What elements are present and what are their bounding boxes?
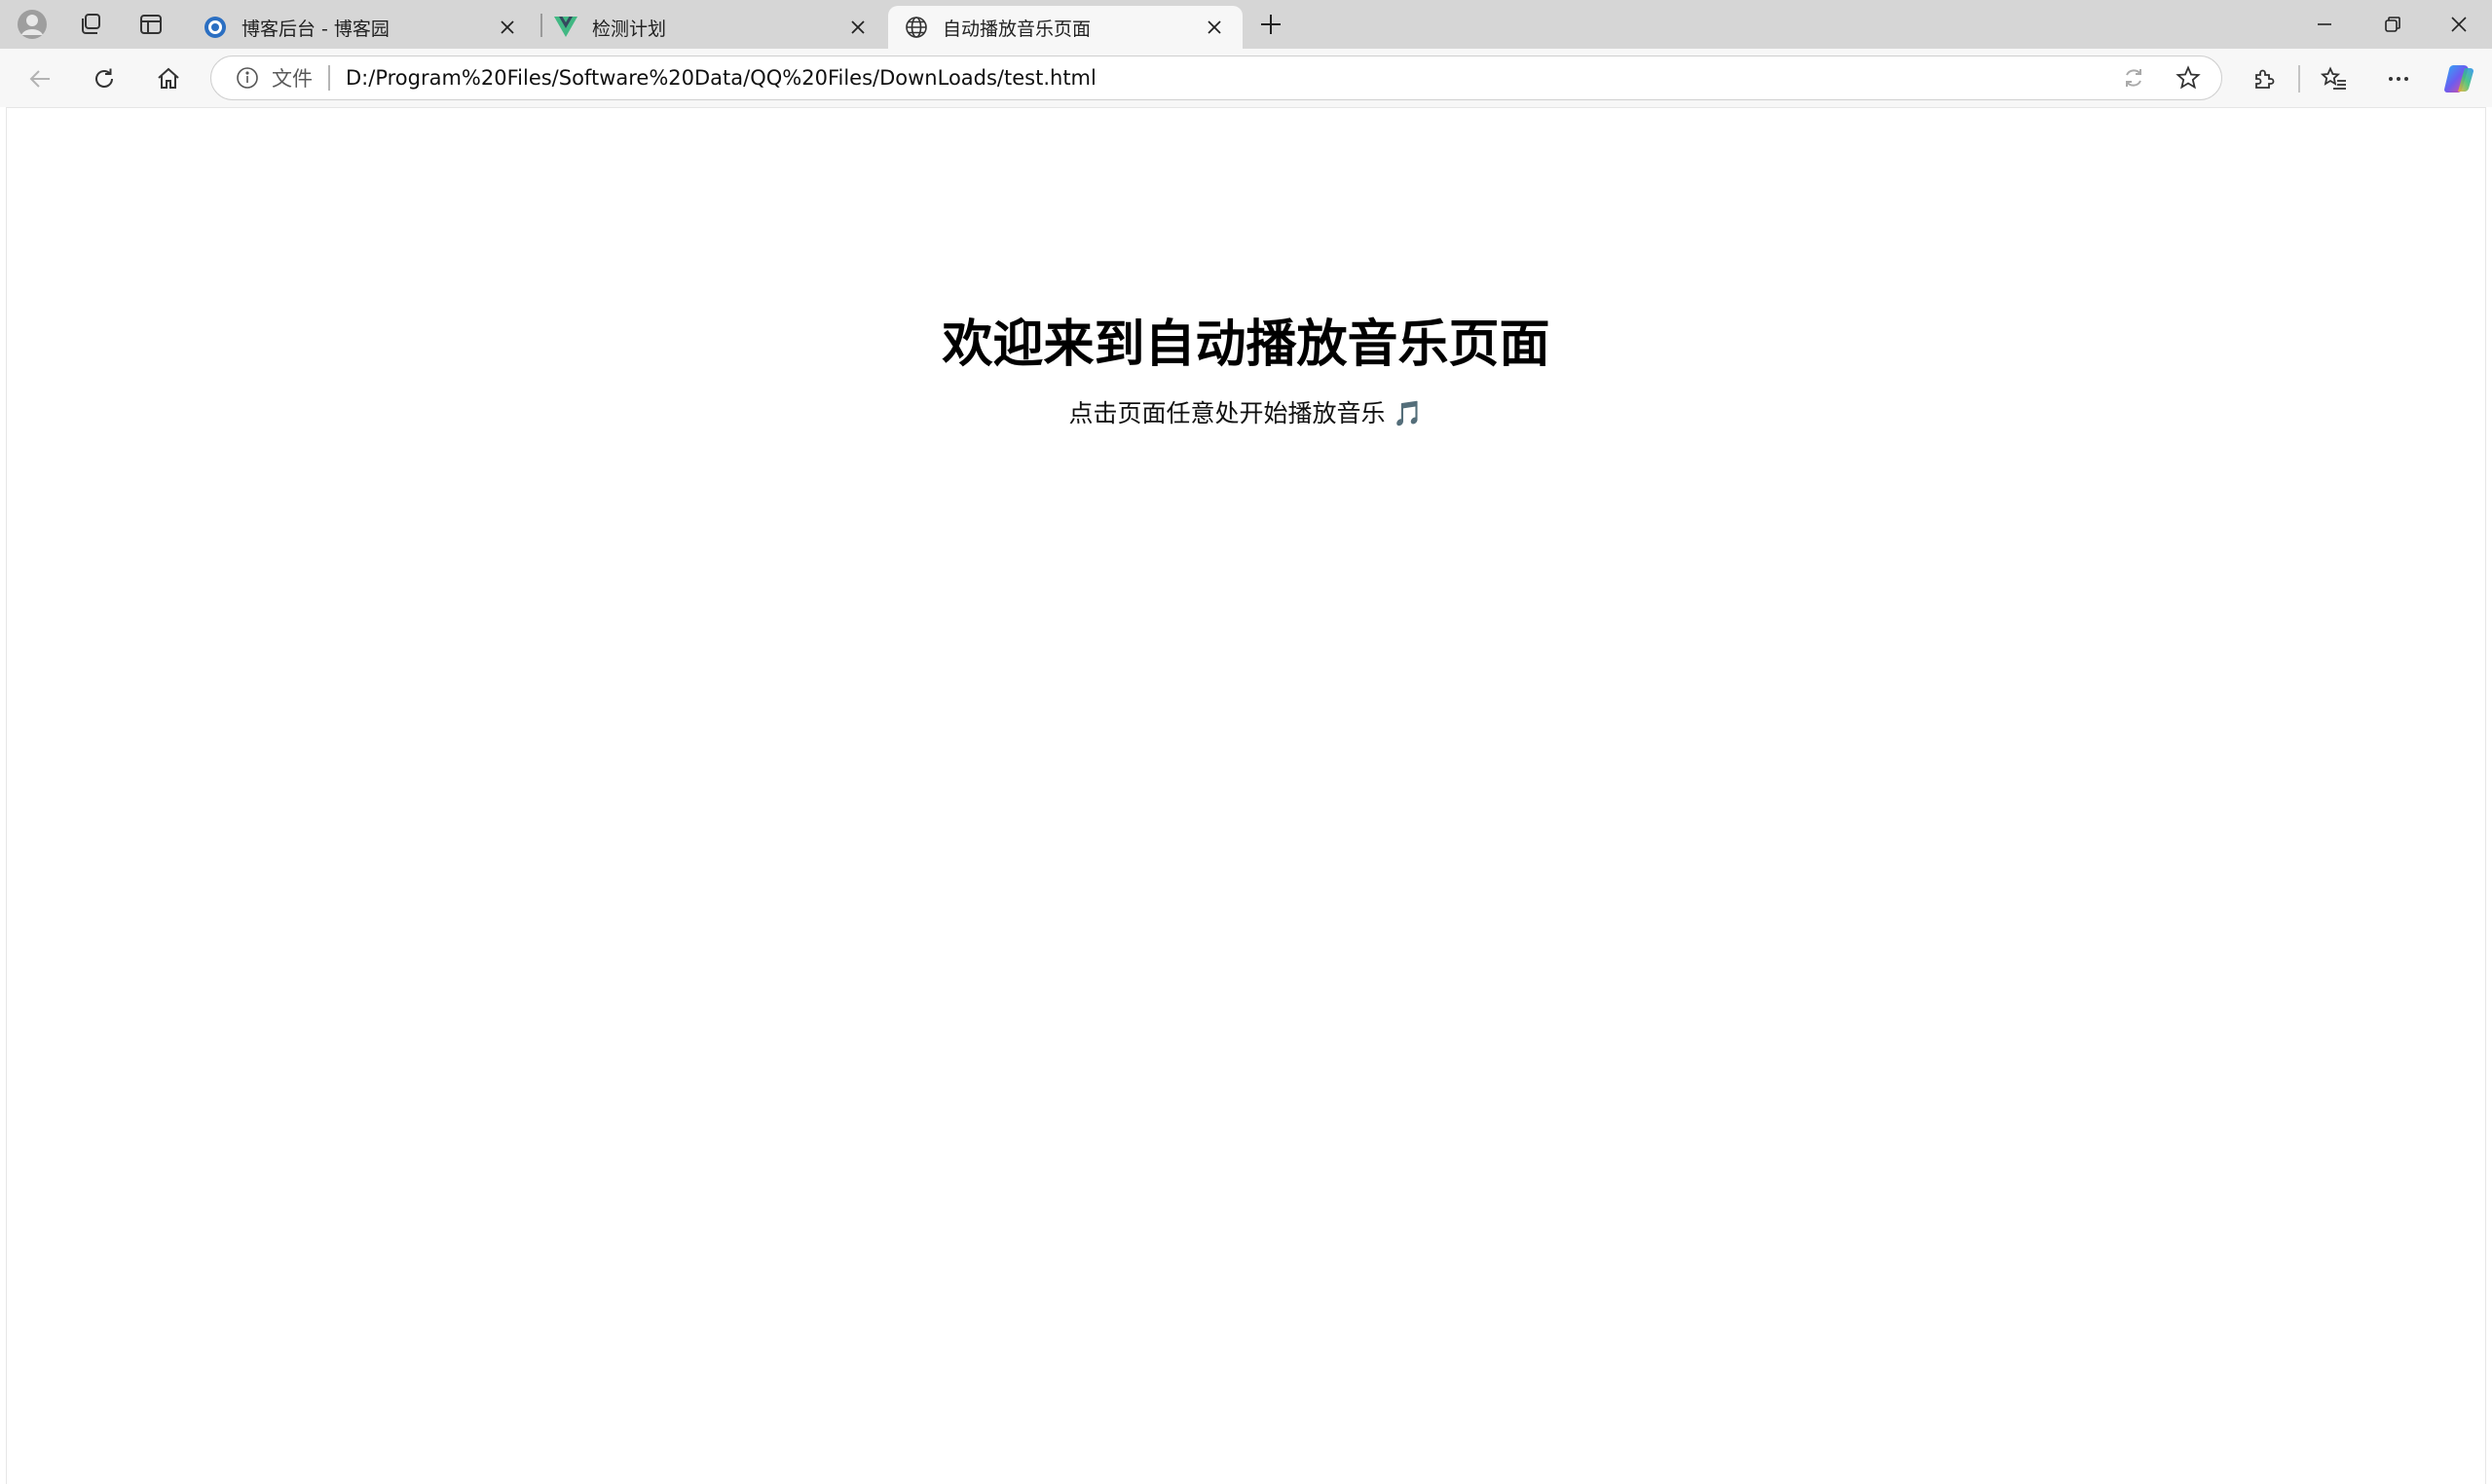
tab-label: 检测计划 — [592, 18, 667, 40]
address-bar[interactable]: 文件 D:/Program%20Files/Software%20Data/QQ… — [210, 56, 2222, 100]
vue-icon — [553, 15, 578, 40]
cnblogs-icon — [203, 15, 228, 40]
page-subtitle: 点击页面任意处开始播放音乐 🎵 — [1068, 399, 1424, 427]
back-button[interactable] — [16, 55, 64, 103]
copilot-icon[interactable] — [2435, 55, 2483, 103]
tab-autoplay-music[interactable]: 自动播放音乐页面 — [888, 6, 1243, 49]
info-icon[interactable] — [231, 61, 264, 94]
vertical-tabs-icon[interactable] — [123, 0, 179, 49]
workspaces-icon[interactable] — [62, 0, 119, 49]
extensions-icon[interactable] — [2240, 55, 2288, 103]
new-tab-button[interactable] — [1243, 0, 1299, 49]
more-menu-icon[interactable] — [2374, 55, 2423, 103]
close-icon[interactable] — [843, 13, 873, 42]
address-divider — [328, 65, 330, 91]
site-info-chip[interactable]: 文件 — [272, 63, 313, 93]
profile-icon[interactable] — [4, 0, 60, 49]
favorite-star-icon[interactable] — [2167, 56, 2210, 99]
home-button[interactable] — [144, 55, 193, 103]
globe-icon — [904, 15, 929, 40]
browser-titlebar: 博客后台 - 博客园 检测计划 自动播放音乐页面 — [0, 0, 2492, 49]
page-viewport[interactable]: 欢迎来到自动播放音乐页面 点击页面任意处开始播放音乐 🎵 — [6, 107, 2486, 1484]
read-aloud-icon[interactable] — [2112, 56, 2155, 99]
page-title: 欢迎来到自动播放音乐页面 — [942, 315, 1550, 374]
tab-label: 博客后台 - 博客园 — [242, 18, 390, 40]
close-icon[interactable] — [493, 13, 522, 42]
toolbar-separator — [2298, 65, 2300, 93]
browser-toolbar: 文件 D:/Program%20Files/Software%20Data/QQ… — [0, 49, 2492, 107]
minimize-button[interactable] — [2290, 0, 2359, 49]
refresh-button[interactable] — [80, 55, 129, 103]
tab-label: 自动播放音乐页面 — [943, 18, 1092, 40]
close-window-button[interactable] — [2425, 0, 2492, 49]
restore-button[interactable] — [2359, 0, 2427, 49]
tab-cnblogs[interactable]: 博客后台 - 博客园 — [187, 6, 536, 49]
favorites-icon[interactable] — [2310, 55, 2359, 103]
url-text[interactable]: D:/Program%20Files/Software%20Data/QQ%20… — [346, 66, 2112, 90]
tab-inspection-plan[interactable]: 检测计划 — [538, 6, 886, 49]
close-icon[interactable] — [1200, 13, 1229, 42]
